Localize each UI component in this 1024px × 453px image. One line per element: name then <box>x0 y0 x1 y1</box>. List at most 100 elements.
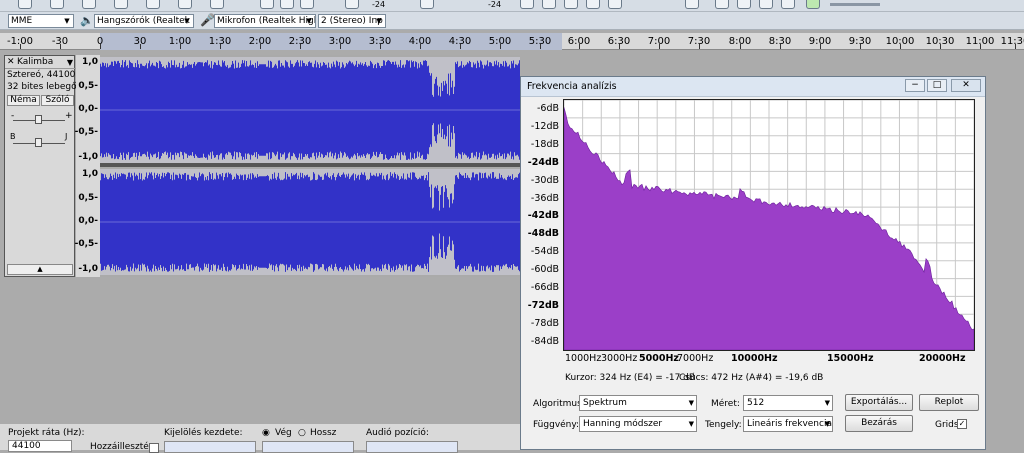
end-label: Vég <box>275 428 292 438</box>
selection-start-field[interactable] <box>164 441 256 453</box>
db-label: -24dB <box>527 156 559 168</box>
db-label: -78dB <box>530 317 559 329</box>
track-name-bar[interactable]: ✕ Kalimba ▼ <box>5 57 76 69</box>
host-select[interactable]: MME ▼ <box>8 14 74 28</box>
project-rate-select[interactable]: 44100 <box>8 440 72 452</box>
size-select[interactable]: 512 ▼ <box>743 395 833 411</box>
trim-icon[interactable] <box>586 0 600 9</box>
timeline-tickmark <box>380 44 381 49</box>
length-radio-icon[interactable]: ○ <box>298 428 306 438</box>
timeline-tickmark <box>140 44 141 49</box>
dialog-titlebar[interactable]: Frekvencia analízis − □ ✕ <box>521 77 985 97</box>
skip-end-icon[interactable] <box>146 0 160 9</box>
track-name[interactable]: Kalimba <box>17 57 53 67</box>
speaker-icon[interactable] <box>345 0 359 9</box>
fit-project-icon[interactable] <box>781 0 795 9</box>
timeline-tickmark <box>420 44 421 49</box>
selection-start-label: Kijelölés kezdete: <box>164 428 243 438</box>
speed-slider[interactable] <box>830 3 880 6</box>
db-label: -36dB <box>530 192 559 204</box>
gain-plus: + <box>65 111 73 121</box>
cut-icon[interactable] <box>520 0 534 9</box>
track-info-format: 32 bites lebegő <box>7 82 77 92</box>
amplitude-label: -1,0 <box>78 264 98 274</box>
timeline-tick: 11:30 <box>1000 36 1024 47</box>
paste-icon[interactable] <box>564 0 578 9</box>
close-button[interactable]: Bezárás <box>845 415 913 432</box>
loop-icon[interactable] <box>50 0 64 9</box>
grids-checkbox[interactable]: ✓ <box>957 419 967 429</box>
play-icon[interactable] <box>18 0 32 9</box>
envelope-tool-icon[interactable] <box>280 0 294 9</box>
fit-selection-icon[interactable] <box>759 0 773 9</box>
amplitude-label: 1,0 <box>82 57 98 67</box>
silence-icon[interactable] <box>608 0 622 9</box>
timeline-tickmark <box>900 44 901 49</box>
channel-separator <box>100 163 520 167</box>
minimize-icon[interactable]: − <box>905 79 925 92</box>
timeline-tickmark <box>699 44 700 49</box>
db-label: -72dB <box>527 299 559 311</box>
timeline-tickmark <box>940 44 941 49</box>
snap-checkbox[interactable] <box>149 443 159 453</box>
channels-select[interactable]: 2 (Stereo) Inp ▼ <box>318 14 386 28</box>
input-device-select[interactable]: Mikrofon (Realtek High D▼ <box>214 14 316 28</box>
timeline-tickmark <box>540 44 541 49</box>
mic-icon[interactable] <box>420 0 434 9</box>
spectrum-plot[interactable] <box>563 99 975 351</box>
timeline-tickmark <box>980 44 981 49</box>
replot-button[interactable]: Replot <box>919 394 979 411</box>
db-label: -6dB <box>536 103 559 114</box>
record-icon[interactable] <box>178 0 192 9</box>
zoom-in-icon[interactable] <box>715 0 729 9</box>
axis-select[interactable]: Lineáris frekvencia ▼ <box>743 416 833 432</box>
skip-start-icon[interactable] <box>114 0 128 9</box>
db-label: -66dB <box>530 282 559 293</box>
amplitude-label: -1,0 <box>78 152 98 162</box>
algorithm-select[interactable]: Spektrum ▼ <box>579 395 697 411</box>
stop-icon[interactable] <box>82 0 96 9</box>
copy-icon[interactable] <box>542 0 556 9</box>
pause-icon[interactable] <box>210 0 224 9</box>
project-rate-label: Projekt ráta (Hz): <box>8 428 85 438</box>
microphone-icon: 🎤 <box>200 13 215 27</box>
function-label: Függvény: <box>533 420 580 430</box>
meter-label: -24 <box>488 0 502 9</box>
close-icon[interactable]: ✕ <box>951 79 981 92</box>
pan-slider-thumb[interactable] <box>35 138 42 147</box>
amplitude-label: -0,5- <box>74 127 98 137</box>
length-label: Hossz <box>310 428 337 438</box>
gain-slider-thumb[interactable] <box>35 115 42 124</box>
amplitude-label: 0,5- <box>78 193 98 203</box>
amplitude-ruler: 1,0 0,5- 0,0- -0,5- -1,0 1,0 0,5- 0,0- -0,5- -1,0 <box>74 55 100 277</box>
hz-label: 1000Hz <box>565 353 602 364</box>
zoom-out-icon[interactable] <box>737 0 751 9</box>
close-track-icon[interactable]: ✕ <box>7 57 15 67</box>
export-button[interactable]: Exportálás... <box>845 394 913 411</box>
collapse-track-button[interactable]: ▲ <box>7 264 73 275</box>
timeline-tickmark <box>20 44 21 49</box>
draw-tool-icon[interactable] <box>300 0 314 9</box>
timeline-tickmark <box>579 44 580 49</box>
track-control-panel: ✕ Kalimba ▼ Sztereó, 44100Hz 32 bites le… <box>4 55 87 277</box>
timeline-tickmark <box>860 44 861 49</box>
timeline-tickmark <box>780 44 781 49</box>
track-menu-icon[interactable]: ▼ <box>67 58 73 67</box>
selection-end-field[interactable] <box>262 441 354 453</box>
maximize-icon[interactable]: □ <box>927 79 947 92</box>
output-device-select[interactable]: Hangszórók (Realtek Hi ▼ <box>94 14 194 28</box>
end-radio-icon[interactable]: ◉ <box>262 428 270 438</box>
pan-left: B <box>10 132 16 141</box>
mute-button[interactable]: Néma <box>7 95 40 106</box>
solo-button[interactable]: Szóló <box>41 95 74 106</box>
play-at-speed-icon[interactable] <box>806 0 820 9</box>
function-select[interactable]: Hanning módszer ▼ <box>579 416 697 432</box>
timeline-ruler[interactable]: -1:00 -30 0 30 1:00 1:30 2:00 2:30 3:00 3:30 4:00 4… <box>0 33 1024 50</box>
sync-icon[interactable] <box>685 0 699 9</box>
db-label: -84dB <box>530 335 559 347</box>
audio-position-field[interactable] <box>366 441 458 453</box>
top-toolbar: -24 -24 <box>0 0 1024 12</box>
select-tool-icon[interactable] <box>260 0 274 9</box>
hz-label: 20000Hz <box>919 353 966 364</box>
waveform-area[interactable] <box>100 55 520 277</box>
